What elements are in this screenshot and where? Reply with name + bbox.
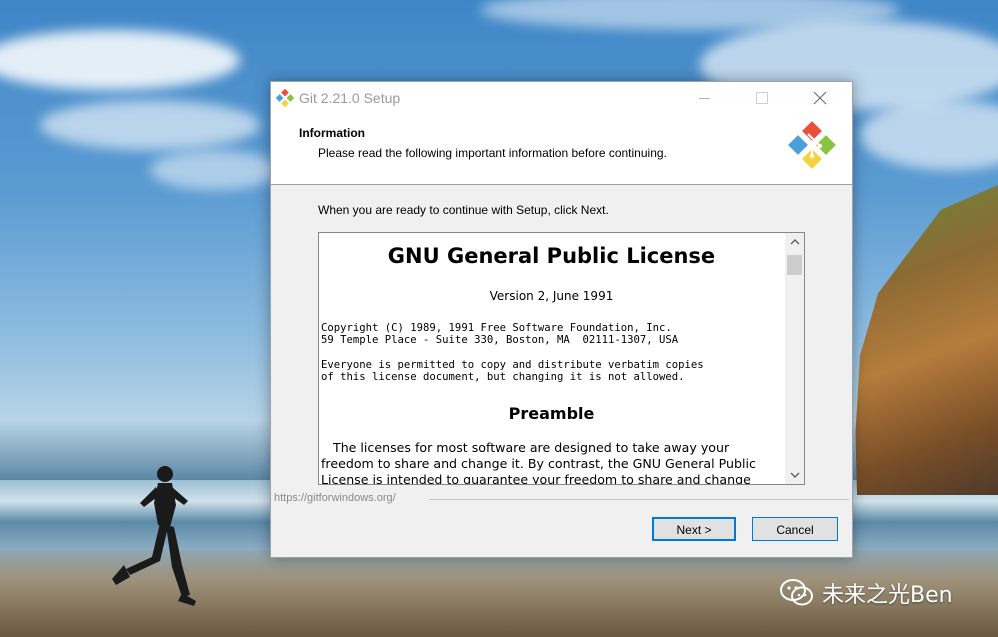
- license-heading: GNU General Public License: [387, 244, 716, 268]
- license-version: Version 2, June 1991: [489, 289, 614, 303]
- header-panel: Information Please read the following im…: [271, 114, 852, 185]
- next-button[interactable]: Next >: [652, 517, 736, 541]
- window-title: Git 2.21.0 Setup: [299, 90, 401, 106]
- chevron-up-icon: [790, 239, 799, 245]
- maximize-button[interactable]: [739, 82, 785, 114]
- cliff: [855, 185, 998, 495]
- close-button[interactable]: [797, 82, 843, 114]
- cancel-button[interactable]: Cancel: [752, 517, 838, 541]
- scroll-thumb[interactable]: [787, 255, 802, 275]
- wechat-icon: [780, 579, 813, 606]
- page-subtitle: Please read the following important info…: [318, 146, 667, 160]
- footer-url: https://gitforwindows.org/: [274, 492, 400, 504]
- title-bar[interactable]: Git 2.21.0 Setup: [271, 82, 852, 114]
- watermark-text: 未来之光Ben: [822, 583, 953, 608]
- scroll-down-button[interactable]: [785, 467, 804, 484]
- page-title: Information: [299, 126, 365, 140]
- preamble-heading: Preamble: [508, 404, 595, 423]
- close-icon: [813, 91, 827, 105]
- watermark: 未来之光Ben: [780, 578, 953, 608]
- scroll-up-button[interactable]: [785, 233, 804, 250]
- preamble-paragraph: The licenses for most software are desig…: [321, 440, 783, 484]
- preamble-text: The licenses for most software are desig…: [321, 440, 756, 484]
- footer-divider: [429, 499, 849, 500]
- git-app-icon: [276, 89, 294, 107]
- license-permission: Everyone is permitted to copy and distri…: [321, 359, 704, 383]
- vertical-scrollbar[interactable]: [785, 233, 804, 484]
- runner-silhouette: [112, 466, 196, 606]
- license-document: GNU General Public License Version 2, Ju…: [319, 233, 784, 484]
- setup-window: Git 2.21.0 Setup Information Please read…: [270, 81, 853, 558]
- license-textbox[interactable]: GNU General Public License Version 2, Ju…: [318, 232, 805, 485]
- license-copyright: Copyright (C) 1989, 1991 Free Software F…: [321, 322, 679, 346]
- minimize-button[interactable]: [681, 82, 727, 114]
- chevron-down-icon: [790, 472, 799, 478]
- intro-text: When you are ready to continue with Setu…: [318, 203, 609, 217]
- git-logo-icon: [788, 121, 836, 169]
